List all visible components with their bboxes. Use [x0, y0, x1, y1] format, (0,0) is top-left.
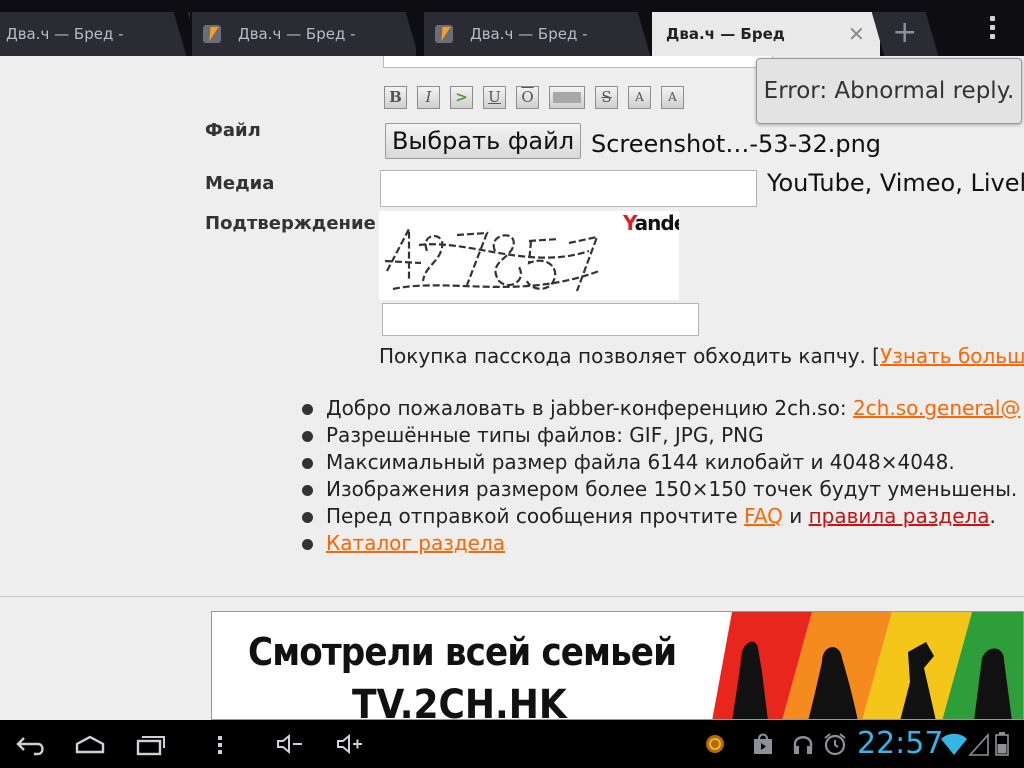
- ad-banner[interactable]: Смотрели всей семьей TV.2CH.HK: [211, 611, 1024, 720]
- banner-silhouettes-graphic: [712, 612, 1023, 719]
- yandex-logo: Yandex: [623, 211, 679, 235]
- back-icon[interactable]: [14, 730, 48, 758]
- site-favicon-icon: [435, 25, 453, 43]
- captcha-input[interactable]: [382, 303, 699, 336]
- italic-button[interactable]: I: [417, 86, 440, 109]
- faq-link[interactable]: FAQ: [744, 504, 783, 528]
- media-hint: YouTube, Vimeo, Livele: [767, 169, 1024, 197]
- board-catalog-link[interactable]: Каталог раздела: [326, 531, 505, 555]
- quote-button[interactable]: >: [450, 86, 473, 109]
- media-label: Медиа: [205, 173, 275, 194]
- battery-icon: [995, 732, 1009, 756]
- captcha-image: Yandex: [379, 211, 679, 300]
- bold-button[interactable]: B: [384, 86, 407, 109]
- passcode-text: Покупка пасскода позволяет обходить капч…: [379, 344, 880, 368]
- file-label: Файл: [205, 120, 261, 141]
- comment-textarea[interactable]: [383, 56, 773, 68]
- tab-title: Два.ч — Бред -: [470, 25, 588, 43]
- tab-4-active[interactable]: Два.ч — Бред ✕: [652, 12, 880, 56]
- tab-1[interactable]: Два.ч — Бред -: [0, 12, 190, 56]
- banner-url: TV.2CH.HK: [352, 682, 567, 720]
- underline-button[interactable]: U: [483, 86, 506, 109]
- home-icon[interactable]: [74, 730, 106, 758]
- subscript-button[interactable]: A: [661, 86, 684, 109]
- error-toast: Error: Abnormal reply.: [756, 58, 1022, 124]
- volume-up-icon[interactable]: [334, 730, 364, 758]
- strikethrough-button[interactable]: S: [595, 86, 618, 109]
- browser-tab-bar: Два.ч — Бред - Два.ч — Бред - Два.ч — Бр…: [0, 0, 1024, 56]
- tab-title: Два.ч — Бред -: [238, 25, 356, 43]
- superscript-button[interactable]: A: [628, 86, 651, 109]
- selected-file-name: Screenshot…-53-32.png: [591, 130, 882, 158]
- board-rules-link[interactable]: правила раздела: [809, 504, 990, 528]
- plus-icon: +: [892, 15, 918, 50]
- alarm-icon: [824, 733, 846, 756]
- site-favicon-icon: [203, 25, 221, 43]
- close-tab-icon[interactable]: ✕: [848, 12, 865, 56]
- status-clock[interactable]: 22:57: [857, 726, 943, 761]
- tab-3[interactable]: Два.ч — Бред -: [424, 12, 650, 56]
- shop-icon: [754, 733, 772, 754]
- jabber-link[interactable]: 2ch.so.general@: [853, 396, 1020, 420]
- tab-title: Два.ч — Бред -: [6, 25, 124, 43]
- volume-down-icon[interactable]: [274, 730, 304, 758]
- menu-icon[interactable]: [214, 730, 226, 758]
- tab-title: Два.ч — Бред: [666, 25, 785, 43]
- browser-menu-icon[interactable]: [986, 16, 998, 42]
- web-page: B I > U O S A A Файл Выбрать файл Screen…: [0, 56, 1024, 720]
- passcode-note: Покупка пасскода позволяет обходить капч…: [379, 344, 1024, 368]
- confirm-label: Подтверждение: [205, 213, 376, 234]
- notification-icon[interactable]: [704, 730, 726, 758]
- choose-file-button[interactable]: Выбрать файл: [385, 123, 581, 159]
- banner-headline: Смотрели всей семьей: [248, 630, 677, 674]
- tab-2[interactable]: Два.ч — Бред -: [192, 12, 416, 56]
- recent-apps-icon[interactable]: [134, 730, 166, 758]
- spoiler-button[interactable]: [549, 86, 585, 109]
- headphones-icon: [793, 736, 813, 754]
- media-input[interactable]: [380, 170, 757, 207]
- new-tab-button[interactable]: +: [871, 12, 939, 56]
- wifi-icon: [941, 733, 967, 755]
- signal-icon: [968, 732, 989, 756]
- overline-button[interactable]: O: [516, 86, 539, 109]
- android-system-bar: 22:57: [0, 720, 1024, 768]
- divider: [0, 596, 1024, 597]
- passcode-learn-more-link[interactable]: Узнать больш: [880, 344, 1024, 368]
